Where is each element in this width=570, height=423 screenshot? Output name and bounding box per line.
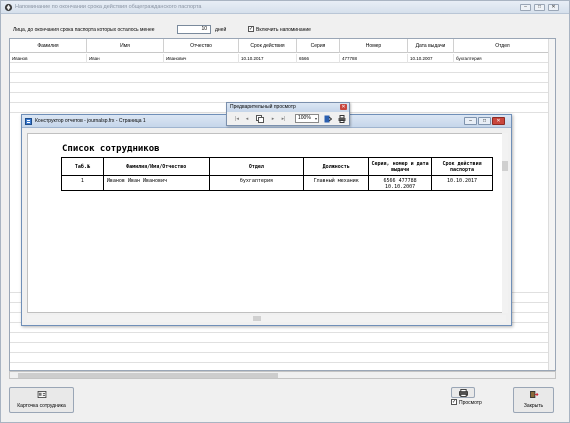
preview-title: Предварительный просмотр [230,104,296,110]
report-scroll-thumb[interactable] [502,161,508,171]
days-input[interactable]: 10 [177,25,211,34]
report-col-tab: Таб.№ [61,157,104,176]
next-page-icon[interactable]: ▸ [270,115,276,123]
app-icon [4,3,13,12]
window-title: Напоминание по окончании срока действия … [15,4,202,10]
last-page-icon[interactable]: ▸| [280,115,287,123]
scroll-thumb[interactable] [18,373,278,378]
zoom-select[interactable]: 100% ▾ [295,114,319,123]
col-validity[interactable]: Срок действия [239,39,297,53]
cell-lastname: Иванов [10,54,87,63]
col-patronymic[interactable]: Отчество [164,39,239,53]
chevron-down-icon: ▾ [314,116,317,121]
minimize-button[interactable]: – [520,4,531,11]
report-cell-fio: Иванов Иван Иванович [102,175,210,191]
maximize-button[interactable]: □ [534,4,545,11]
printer-icon[interactable] [337,115,346,126]
report-cell-dept: бухгалтерия [208,175,305,191]
empty-row [10,74,551,83]
days-suffix: дней [215,27,227,33]
col-firstname[interactable]: Имя [87,39,164,53]
cell-validity: 10.10.2017 [239,54,297,63]
report-col-position: Должность [303,157,370,176]
grid-horizontal-scrollbar[interactable] [9,371,556,379]
empty-row [10,64,551,73]
preview-close-button[interactable]: ✕ [340,104,347,110]
empty-row [10,84,551,93]
grid-vertical-scrollbar[interactable] [548,39,555,370]
report-col-validity: Срок действия паспорта [431,157,493,176]
id-card-icon [37,391,46,398]
report-table: Таб.№ Фамилия/Имя/Отчество Отдел Должнос… [61,157,493,191]
report-col-fio: Фамилия/Имя/Отчество [102,157,210,176]
empty-row [10,354,551,363]
col-series[interactable]: Серия [297,39,340,53]
export-icon[interactable] [323,115,332,126]
report-cell-position: Главный механик [303,175,370,191]
report-constructor-window: Конструктор отчетов - journalsp.frx - Ст… [21,114,512,326]
report-close-button[interactable]: ✕ [492,117,505,125]
report-app-icon [25,118,32,125]
employee-card-button[interactable]: Карточка сотрудника [9,387,74,413]
report-page: Список сотрудников Таб.№ Фамилия/Имя/Отч… [27,133,506,313]
preview-label: Просмотр [459,400,482,406]
page-copy-icon[interactable] [255,115,264,126]
report-row: 1 Иванов Иван Иванович бухгалтерия Главн… [61,175,493,191]
table-row[interactable]: Иванов Иван Иванович 10.10.2017 6566 477… [10,54,551,63]
report-minimize-button[interactable]: – [464,117,477,125]
close-button[interactable]: ✕ [548,4,559,11]
report-hscroll-thumb[interactable] [253,316,261,321]
printer-icon [459,389,468,397]
cell-number: 477788 [340,54,408,63]
preview-toolbar-window: Предварительный просмотр ✕ |◂ ◂ ▸ ▸| 100… [226,102,350,126]
notify-label: Включить напоминание [256,27,311,33]
empty-row [10,334,551,343]
prev-page-icon[interactable]: ◂ [244,115,250,123]
col-issue-date[interactable]: Дата выдачи [408,39,454,53]
close-label: Закрыть [523,403,544,409]
first-page-icon[interactable]: |◂ [234,115,240,123]
cell-department: бухгалтерия [456,56,482,61]
report-col-passport: Серия, номер и дата выдачи [368,157,433,176]
report-cell-validity: 10.10.2017 [431,175,493,191]
col-lastname[interactable]: Фамилия [10,39,87,53]
close-dialog-button[interactable]: Закрыть [513,387,554,413]
grid-header: Фамилия Имя Отчество Срок действия Серия… [10,39,555,53]
notify-checkbox[interactable]: ✓ [248,26,254,32]
exit-door-icon [529,391,538,398]
report-vertical-scrollbar[interactable] [502,133,508,313]
days-filter-label: Лица, до окончания срока паспорта которы… [13,27,155,33]
report-cell-tab: 1 [61,175,104,191]
preview-checkbox[interactable]: ✓ [451,399,457,405]
cell-firstname: Иван [87,54,164,63]
empty-row [10,344,551,353]
zoom-value: 100% [298,115,311,121]
col-department[interactable]: Отдел [454,39,551,53]
report-maximize-button[interactable]: □ [478,117,491,125]
cell-patronymic: Иванович [164,54,239,63]
report-horizontal-scrollbar[interactable] [27,315,506,322]
cell-issue-date: 10.10.2007 [408,54,454,63]
report-col-dept: Отдел [208,157,305,176]
print-button[interactable] [451,387,475,398]
report-window-title: Конструктор отчетов - journalsp.frx - Ст… [35,118,146,124]
employee-card-label: Карточка сотрудника [17,403,66,409]
report-cell-passport: 6566 477788 10.10.2007 [368,175,433,191]
col-number[interactable]: Номер [340,39,408,53]
report-heading: Список сотрудников [62,144,160,154]
title-bar: Напоминание по окончании срока действия … [1,1,569,14]
preview-title-bar: Предварительный просмотр ✕ [227,103,349,112]
cell-series: 6566 [297,54,340,63]
